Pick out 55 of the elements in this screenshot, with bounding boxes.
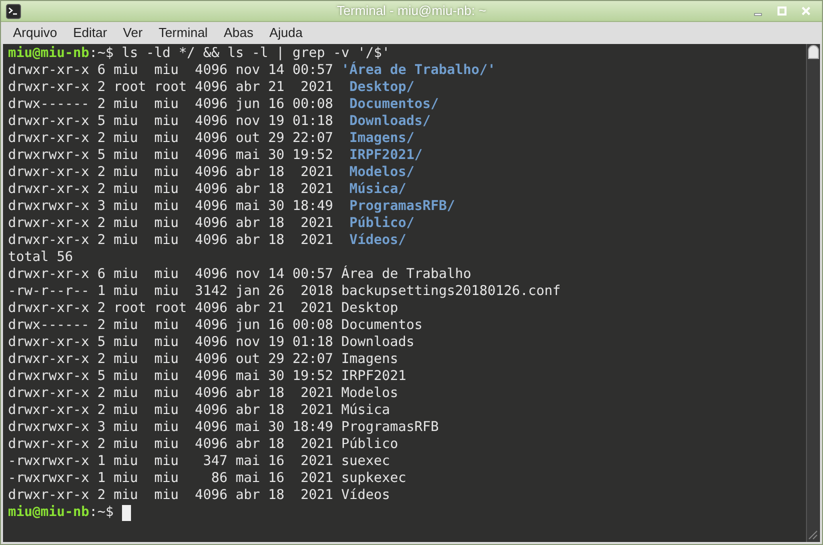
prompt-user: miu@miu-nb	[8, 45, 90, 62]
output-line: -rw-r--r-- 1 miu miu 3142 jan 26 2018 backupsettings20180126.conf	[8, 283, 561, 300]
output-line: drwxrwxr-x 3 miu miu 4096 mai 30 18:49 ProgramasRFB	[8, 419, 439, 436]
listing-details: drwxrwxr-x 5 miu miu 4096 mai 30 19:52	[8, 147, 334, 164]
output-line: total 56	[8, 249, 74, 266]
directory-name: 'Área de Trabalho/'	[341, 62, 496, 79]
prompt-user: miu@miu-nb	[8, 504, 90, 521]
listing-details: drwxr-xr-x 2 miu miu 4096 abr 18 2021	[8, 164, 334, 181]
output-line: drwxr-xr-x 2 miu miu 4096 abr 18 2021 Modelos	[8, 385, 398, 402]
prompt-path: :~$	[89, 504, 114, 521]
menu-item[interactable]: Editar	[65, 23, 116, 43]
listing-details: drwxr-xr-x 5 miu miu 4096 nov 19 01:18	[8, 113, 334, 130]
directory-name: Público/	[348, 215, 414, 232]
output-line: drwxr-xr-x 6 miu miu 4096 nov 14 00:57 Área de Trabalho	[8, 266, 472, 283]
directory-name: Vídeos/	[348, 232, 406, 249]
terminal-icon	[6, 4, 21, 19]
directory-name: Downloads/	[348, 113, 431, 130]
minimize-icon	[754, 12, 762, 16]
scroll-thumb[interactable]	[808, 45, 819, 59]
listing-details: drwxr-xr-x 2 miu miu 4096 out 29 22:07	[8, 130, 334, 147]
output-line: drwx------ 2 miu miu 4096 jun 16 00:08 Documentos	[8, 317, 423, 334]
directory-name: Desktop/	[348, 79, 414, 96]
maximize-icon	[777, 6, 787, 16]
output-line: drwxr-xr-x 2 miu miu 4096 abr 18 2021 Música	[8, 402, 390, 419]
listing-details: drwxr-xr-x 2 miu miu 4096 abr 18 2021	[8, 215, 334, 232]
menu-item[interactable]: Terminal	[150, 23, 216, 43]
window-title: Terminal - miu@miu-nb: ~	[336, 2, 486, 20]
output-line: drwxr-xr-x 2 miu miu 4096 abr 18 2021 Público	[8, 436, 398, 453]
menu-item[interactable]: Abas	[216, 23, 262, 43]
directory-name: Música/	[348, 181, 406, 198]
listing-details: drwxr-xr-x 6 miu miu 4096 nov 14 00:57	[8, 62, 334, 79]
menu-item[interactable]: Arquivo	[5, 23, 66, 43]
listing-details: drwxrwxr-x 3 miu miu 4096 mai 30 18:49	[8, 198, 334, 215]
command-text: ls -ld */ && ls -l | grep -v '/$'	[120, 45, 390, 62]
menu-item[interactable]: Ver	[115, 23, 151, 43]
output-line: -rwxrwxr-x 1 miu miu 347 mai 16 2021 suexec	[8, 453, 390, 470]
directory-name: Imagens/	[348, 130, 414, 147]
prompt-path: :~$	[89, 45, 114, 62]
directory-name: Documentos/	[348, 96, 439, 113]
output-line: -rwxrwxr-x 1 miu miu 86 mai 16 2021 supkexec	[8, 470, 406, 487]
output-line: drwxr-xr-x 2 miu miu 4096 abr 18 2021 Vídeos	[8, 487, 390, 504]
directory-name: Modelos/	[348, 164, 414, 181]
resize-grip-icon[interactable]	[808, 530, 818, 540]
output-line: drwxr-xr-x 5 miu miu 4096 nov 19 01:18 Downloads	[8, 334, 414, 351]
listing-details: drwxr-xr-x 2 miu miu 4096 abr 18 2021	[8, 181, 334, 198]
close-icon	[801, 6, 811, 16]
output-line: drwxr-xr-x 2 root root 4096 abr 21 2021 Desktop	[8, 300, 398, 317]
directory-name: IRPF2021/	[348, 147, 423, 164]
menu-item[interactable]: Ajuda	[261, 23, 311, 43]
listing-details: drwxr-xr-x 2 root root 4096 abr 21 2021	[8, 79, 334, 96]
directory-name: ProgramasRFB/	[348, 198, 456, 215]
output-line: drwxr-xr-x 2 miu miu 4096 out 29 22:07 Imagens	[8, 351, 398, 368]
listing-details: drwx------ 2 miu miu 4096 jun 16 00:08	[8, 96, 334, 113]
listing-details: drwxr-xr-x 2 miu miu 4096 abr 18 2021	[8, 232, 334, 249]
output-line: drwxrwxr-x 5 miu miu 4096 mai 30 19:52 IRPF2021	[8, 368, 406, 385]
